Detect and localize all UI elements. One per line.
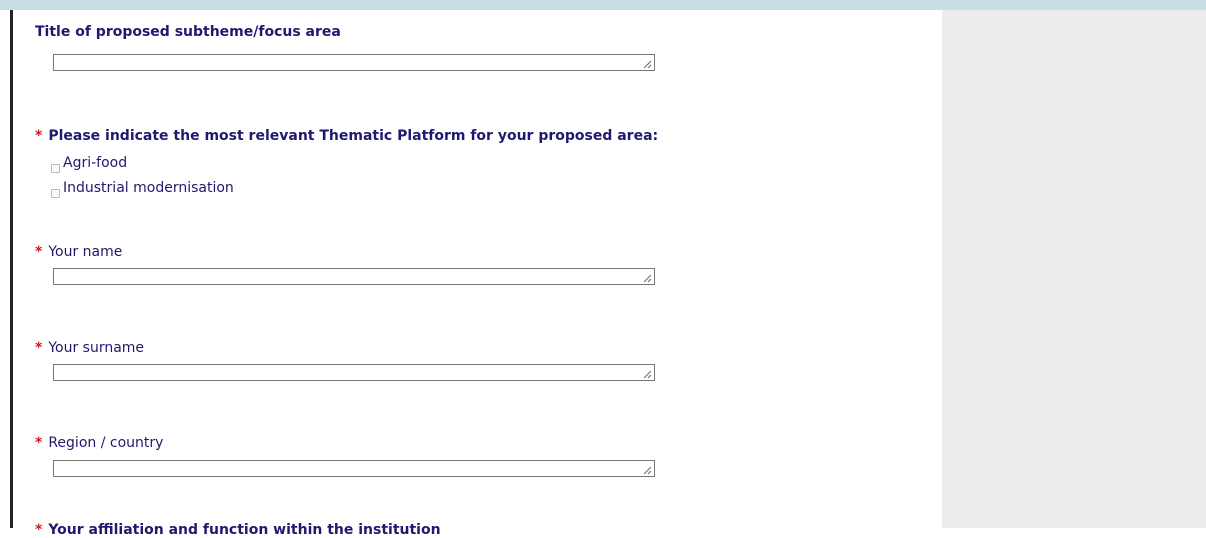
platform-label-text: Please indicate the most relevant Themat… — [48, 128, 659, 144]
name-textarea[interactable] — [53, 268, 655, 285]
surname-label-text: Your surname — [48, 340, 145, 356]
subtheme-label: Title of proposed subtheme/focus area — [35, 24, 341, 40]
industrial-modernisation-checkbox[interactable] — [51, 189, 60, 198]
top-band — [0, 0, 1206, 10]
affiliation-label: * Your affiliation and function within th… — [35, 522, 441, 538]
option-industrial-modernisation[interactable]: Industrial modernisation — [51, 180, 234, 198]
region-label-text: Region / country — [48, 435, 164, 451]
required-marker: * — [35, 128, 43, 144]
affiliation-label-text: Your affiliation and function within the… — [48, 522, 441, 538]
region-label: * Region / country — [35, 435, 163, 451]
resize-grip-icon[interactable] — [642, 273, 652, 283]
industrial-modernisation-label: Industrial modernisation — [63, 180, 234, 196]
option-agri-food[interactable]: Agri-food — [51, 155, 127, 173]
name-label: * Your name — [35, 244, 122, 260]
subtheme-textarea[interactable] — [53, 54, 655, 71]
platform-label: * Please indicate the most relevant Thema… — [35, 128, 658, 144]
name-label-text: Your name — [48, 244, 123, 260]
surname-textarea[interactable] — [53, 364, 655, 381]
surname-label: * Your surname — [35, 340, 144, 356]
left-border — [10, 10, 13, 528]
required-marker: * — [35, 435, 43, 451]
resize-grip-icon[interactable] — [642, 369, 652, 379]
required-marker: * — [35, 244, 43, 260]
required-marker: * — [35, 340, 43, 356]
right-sidebar — [942, 10, 1206, 528]
agri-food-checkbox[interactable] — [51, 164, 60, 173]
required-marker: * — [35, 522, 43, 538]
resize-grip-icon[interactable] — [642, 59, 652, 69]
proposal-form: Title of proposed subtheme/focus area * P… — [35, 10, 935, 538]
agri-food-label: Agri-food — [63, 155, 128, 171]
region-textarea[interactable] — [53, 460, 655, 477]
resize-grip-icon[interactable] — [642, 465, 652, 475]
